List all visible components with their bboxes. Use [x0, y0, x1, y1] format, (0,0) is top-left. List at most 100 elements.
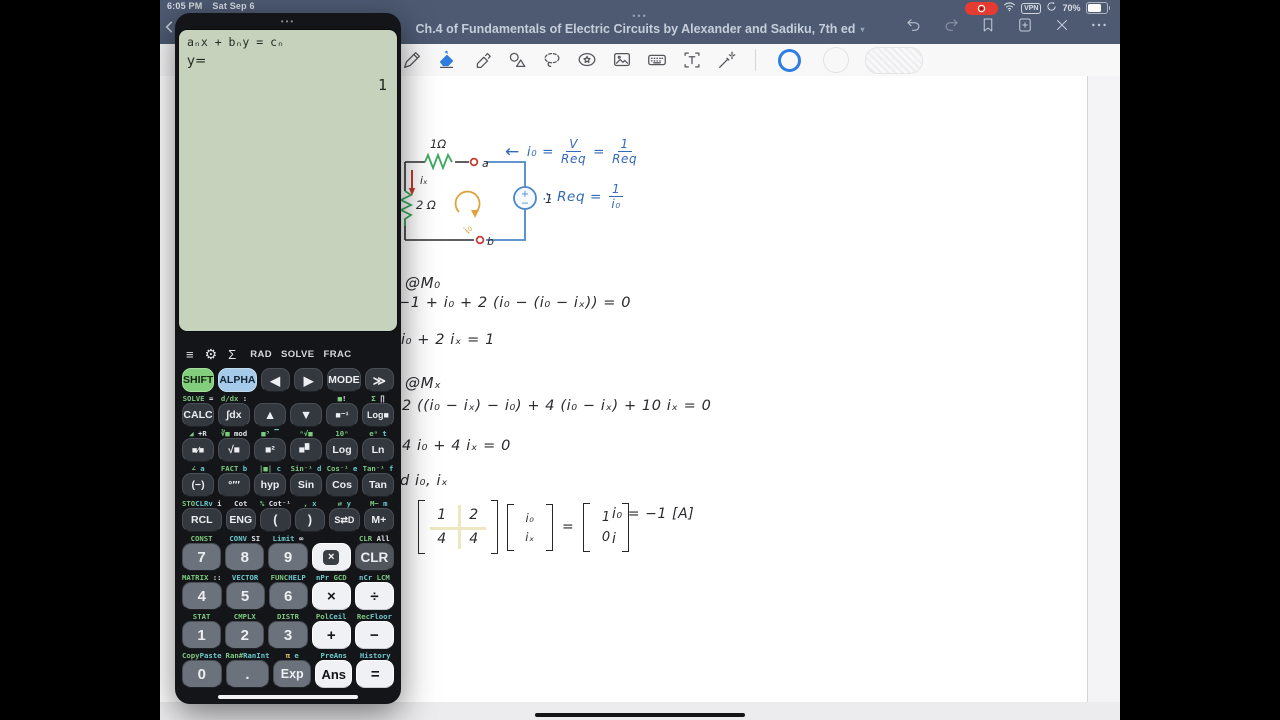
key-sublabel: FUNCHELP [270, 573, 306, 582]
calc-key-_[interactable]: ÷ [354, 582, 394, 610]
calc-key-0[interactable]: 0 [182, 660, 222, 688]
undo-button[interactable] [905, 16, 923, 34]
text-tool-icon[interactable] [680, 48, 704, 72]
calc-key-_[interactable]: ▶ [293, 368, 324, 392]
calc-key-_[interactable]: ■² [254, 438, 286, 462]
screen-recording-indicator[interactable] [965, 1, 999, 15]
note-title[interactable]: Ch.4 of Fundamentals of Electric Circuit… [416, 22, 865, 36]
key-sublabel: |■| c [259, 464, 281, 473]
calculator-home-handle[interactable] [218, 695, 358, 699]
calc-key-3[interactable]: 3 [268, 621, 308, 649]
mode-rad[interactable]: RAD [250, 349, 272, 360]
calc-key-Sin[interactable]: Sin [290, 473, 322, 497]
calc-key-_[interactable]: = [356, 660, 394, 688]
close-button[interactable] [1053, 16, 1071, 34]
calc-key-_[interactable]: ■⁻¹ [326, 403, 358, 427]
laser-tool-icon[interactable] [715, 48, 739, 72]
calc-key-hyp[interactable]: hyp [254, 473, 286, 497]
eraser-tool-icon[interactable] [435, 48, 459, 72]
calc-key-_[interactable]: ▼ [290, 403, 322, 427]
key-sublabel: ◢ +R [189, 429, 207, 438]
calc-key-_[interactable]: − [354, 621, 394, 649]
calc-keycell: DISTR 3 [268, 612, 308, 649]
lasso-tool-icon[interactable] [540, 48, 564, 72]
calc-key-MODE[interactable]: MODE [327, 368, 361, 392]
multitask-indicator[interactable]: ••• [632, 11, 647, 21]
calc-key-_[interactable]: (−) [182, 473, 214, 497]
calc-key-_[interactable]: × [311, 543, 351, 571]
calc-keycell: MATRIX :: 4 [182, 573, 222, 610]
key-sublabel: M− m [369, 499, 388, 508]
more-button[interactable] [1090, 16, 1108, 34]
key-sublabel: , x [303, 499, 317, 508]
calc-key-CALC[interactable]: CALC [182, 403, 214, 427]
mode-frac[interactable]: FRAC [324, 349, 352, 360]
calc-key-Ans[interactable]: Ans [314, 660, 353, 688]
calc-key-_[interactable]: ■∕■ [182, 438, 214, 462]
calc-keycell: nCr LCM ÷ [354, 573, 394, 610]
bottom-strip [160, 702, 1120, 720]
status-date: Sat Sep 6 [212, 1, 255, 11]
color-swatch-hatch[interactable] [865, 46, 923, 74]
calc-key-RCL[interactable]: RCL [182, 508, 222, 532]
calc-keycell: ■! ■⁻¹ [326, 394, 358, 427]
color-swatch-ring[interactable] [778, 48, 801, 72]
settings-icon[interactable]: ⚙ [205, 347, 218, 361]
calc-key-_[interactable]: ◀ [260, 368, 290, 392]
image-tool-icon[interactable] [610, 48, 634, 72]
calc-key-9[interactable]: 9 [268, 543, 308, 571]
calc-key-_[interactable]: ) [294, 508, 326, 532]
redo-button[interactable] [942, 16, 960, 34]
matrix-equation: 12 44 i₀ iₓ = 1 0 [418, 500, 630, 554]
calc-key-7[interactable]: 7 [182, 543, 222, 571]
calc-key-Tan[interactable]: Tan [362, 473, 394, 497]
bookmark-button[interactable] [979, 16, 997, 34]
pen-tool-icon[interactable] [400, 48, 424, 72]
shapes-tool-icon[interactable] [505, 48, 529, 72]
calc-key-_[interactable]: . [225, 660, 270, 688]
calc-key-SHIFT[interactable]: SHIFT [182, 368, 215, 392]
calc-key-Ln[interactable]: Ln [362, 438, 394, 462]
calc-keycell: ≫ [364, 368, 394, 392]
calc-key-_[interactable]: °′″ [218, 473, 250, 497]
key-sublabel: Cos⁻¹ e [326, 464, 358, 473]
calc-key-M_[interactable]: M+ [363, 508, 394, 532]
calc-key-_[interactable]: √■ [218, 438, 250, 462]
key-sublabel: ■³ ▔ [261, 429, 279, 438]
menu-icon[interactable]: ≡ [186, 348, 194, 361]
stamp-tool-icon[interactable] [575, 48, 599, 72]
calc-keycell: SHIFT [182, 368, 215, 392]
calc-key-_dx[interactable]: ∫dx [218, 403, 250, 427]
node-b-label: b [487, 235, 494, 248]
add-page-button[interactable] [1016, 16, 1034, 34]
calc-key-_[interactable]: ■▘ [290, 438, 322, 462]
calc-key-CLR[interactable]: CLR [354, 543, 394, 571]
key-sublabel: FACT b [220, 464, 248, 473]
calculator-drag-handle[interactable]: ••• [175, 13, 401, 28]
calc-key-8[interactable]: 8 [225, 543, 265, 571]
mode-solve[interactable]: SOLVE [281, 349, 315, 360]
color-swatch-empty[interactable] [823, 47, 849, 73]
calc-key-ALPHA[interactable]: ALPHA [218, 368, 257, 392]
calc-key-4[interactable]: 4 [182, 582, 222, 610]
calc-key-ENG[interactable]: ENG [225, 508, 256, 532]
calc-key-_[interactable]: ▲ [254, 403, 286, 427]
calc-key-Cos[interactable]: Cos [326, 473, 358, 497]
calc-key-_[interactable]: × [311, 582, 351, 610]
calc-key-_[interactable]: ≫ [364, 368, 394, 392]
calc-key-2[interactable]: 2 [225, 621, 265, 649]
home-indicator[interactable] [535, 712, 745, 717]
key-sublabel: ∠ a [191, 464, 205, 473]
calc-key-_[interactable]: ( [259, 508, 291, 532]
calc-key-1[interactable]: 1 [182, 621, 222, 649]
calc-key-Exp[interactable]: Exp [273, 660, 311, 688]
calc-key-Log_[interactable]: Log■ [362, 403, 394, 427]
keyboard-tool-icon[interactable] [645, 48, 669, 72]
calc-key-S_D[interactable]: S⇄D [329, 508, 360, 532]
sum-icon[interactable]: Σ [228, 348, 236, 361]
calc-key-6[interactable]: 6 [268, 582, 308, 610]
calc-key-_[interactable]: + [311, 621, 351, 649]
calc-key-Log[interactable]: Log [326, 438, 358, 462]
highlighter-tool-icon[interactable] [470, 48, 494, 72]
calc-key-5[interactable]: 5 [225, 582, 265, 610]
